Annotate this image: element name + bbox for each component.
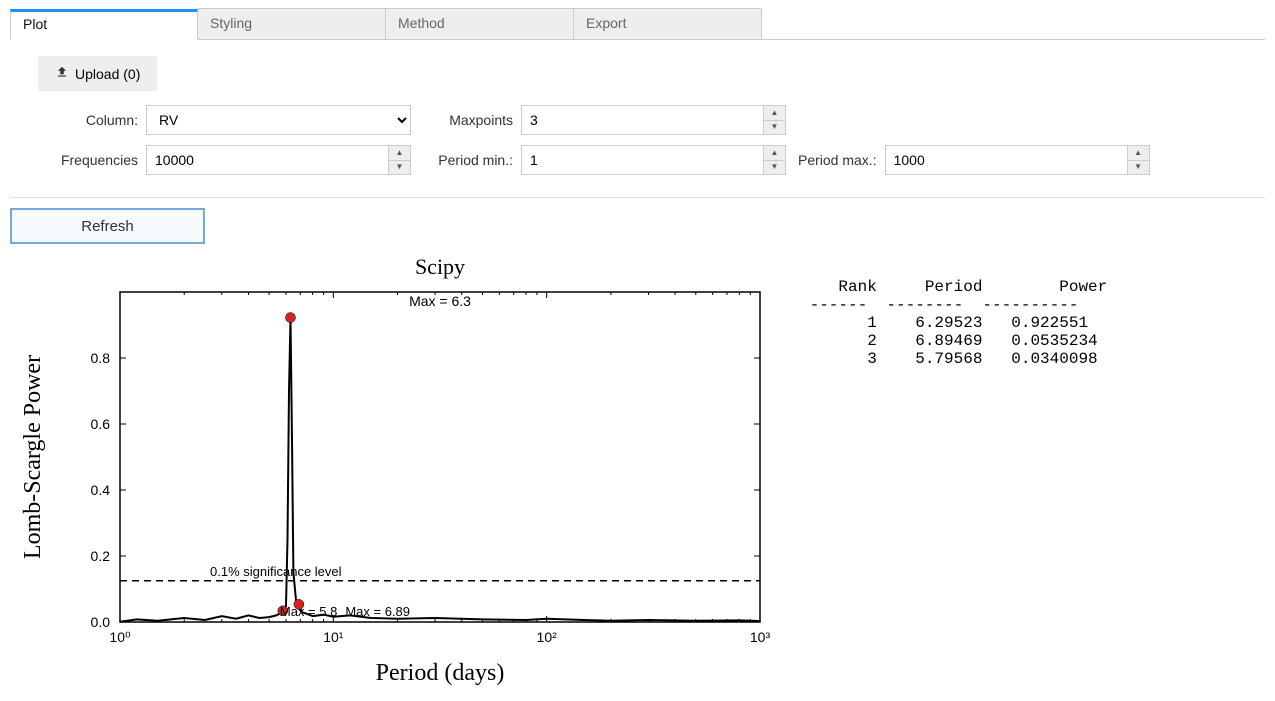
period-min-input[interactable] <box>521 145 786 175</box>
svg-text:0.2: 0.2 <box>91 548 111 564</box>
svg-text:0.4: 0.4 <box>91 482 111 498</box>
tabs: Plot Styling Method Export <box>10 8 1265 40</box>
svg-text:Period (days): Period (days) <box>376 660 505 686</box>
svg-text:0.8: 0.8 <box>91 350 111 366</box>
tab-styling[interactable]: Styling <box>198 8 386 39</box>
upload-button[interactable]: Upload (0) <box>38 56 157 91</box>
column-label: Column: <box>38 112 138 128</box>
svg-text:0.1% significance level: 0.1% significance level <box>210 564 342 579</box>
form: Column: RV Maxpoints ▲▼ Frequencies <box>38 105 1257 175</box>
maxpoints-stepper[interactable]: ▲▼ <box>763 106 785 134</box>
refresh-button[interactable]: Refresh <box>10 208 205 244</box>
tab-export[interactable]: Export <box>574 8 762 39</box>
svg-text:0.0: 0.0 <box>91 614 111 630</box>
svg-text:Max = 5.8: Max = 5.8 <box>280 604 337 619</box>
svg-text:Scipy: Scipy <box>415 254 465 279</box>
upload-label: Upload (0) <box>75 66 140 82</box>
svg-text:10⁰: 10⁰ <box>109 629 131 645</box>
period-max-stepper[interactable]: ▲▼ <box>1127 146 1149 174</box>
frequencies-label: Frequencies <box>38 152 138 168</box>
svg-text:Max = 6.3: Max = 6.3 <box>409 293 471 309</box>
svg-text:10³: 10³ <box>750 629 770 645</box>
upload-icon <box>55 65 69 82</box>
svg-text:0.6: 0.6 <box>91 416 111 432</box>
column-select[interactable]: RV <box>146 105 411 135</box>
tab-plot[interactable]: Plot <box>10 9 198 40</box>
svg-text:Max = 6.89: Max = 6.89 <box>345 604 410 619</box>
svg-text:10¹: 10¹ <box>323 629 344 645</box>
tab-method[interactable]: Method <box>386 8 574 39</box>
svg-text:10²: 10² <box>537 629 558 645</box>
maxpoints-label: Maxpoints <box>423 112 513 128</box>
frequencies-input[interactable] <box>146 145 411 175</box>
period-min-stepper[interactable]: ▲▼ <box>763 146 785 174</box>
period-max-input[interactable] <box>885 145 1150 175</box>
svg-text:Lomb-Scargle Power: Lomb-Scargle Power <box>20 355 46 559</box>
periodogram-chart: Scipy 0.0 0.2 0.4 0.6 0.8 10⁰ 10¹ 10² 10³ Period (… <box>10 252 770 692</box>
period-min-label: Period min.: <box>423 152 513 168</box>
panel-plot: Upload (0) Column: RV Maxpoints ▲▼ <box>10 40 1265 183</box>
divider <box>10 197 1265 198</box>
maxpoints-input[interactable] <box>521 105 786 135</box>
period-max-label: Period max.: <box>798 152 877 168</box>
results-table: Rank Period Power ------ -------- ------… <box>800 268 1107 368</box>
frequencies-stepper[interactable]: ▲▼ <box>388 146 410 174</box>
